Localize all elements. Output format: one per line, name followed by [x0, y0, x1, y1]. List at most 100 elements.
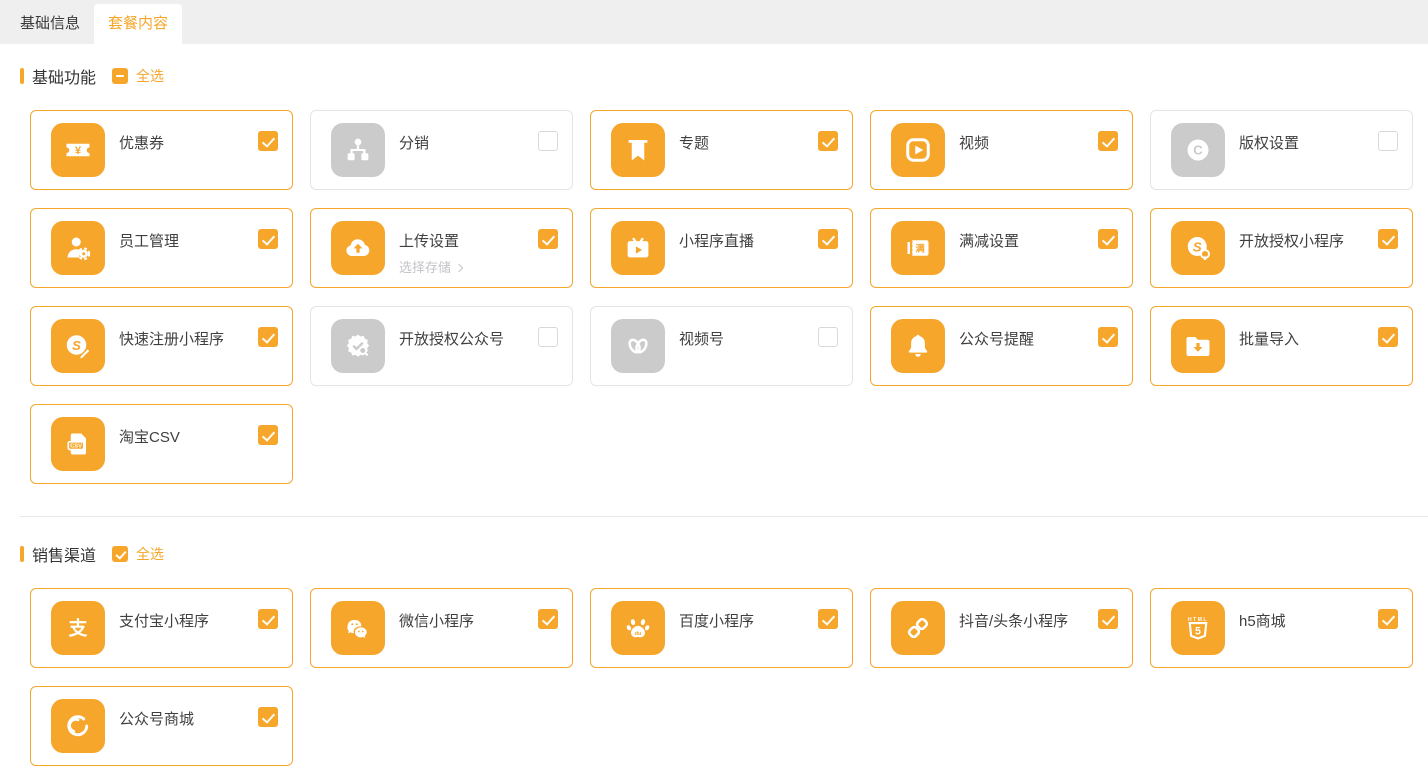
feature-checkbox[interactable]: [538, 609, 558, 629]
svg-text:¥: ¥: [75, 145, 82, 157]
svg-text:支: 支: [69, 617, 88, 638]
feature-card[interactable]: 微信小程序: [310, 588, 573, 668]
feature-card[interactable]: 批量导入: [1150, 306, 1413, 386]
feature-card-label: 优惠券: [119, 132, 164, 153]
feature-card[interactable]: du 百度小程序: [590, 588, 853, 668]
feature-card[interactable]: 分销: [310, 110, 573, 190]
feature-checkbox[interactable]: [818, 229, 838, 249]
feature-card-label: 视频号: [679, 328, 724, 349]
feature-card[interactable]: HTML5 h5商城: [1150, 588, 1413, 668]
discount-icon: 满: [891, 221, 945, 275]
feature-card-label: h5商城: [1239, 610, 1286, 631]
copyright-icon: C: [1171, 123, 1225, 177]
feature-card-label: 员工管理: [119, 230, 179, 251]
feature-checkbox[interactable]: [258, 707, 278, 727]
feature-card[interactable]: 小程序直播: [590, 208, 853, 288]
feature-checkbox[interactable]: [538, 327, 558, 347]
feature-card[interactable]: ¥ 优惠券: [30, 110, 293, 190]
tab-bar: 基础信息 套餐内容: [0, 0, 1428, 44]
alipay-icon: 支: [51, 601, 105, 655]
svg-text:5: 5: [1195, 626, 1201, 638]
feature-checkbox[interactable]: [258, 229, 278, 249]
tab-package-content[interactable]: 套餐内容: [94, 4, 182, 44]
quick-register-icon: S: [51, 319, 105, 373]
wechat-icon: [331, 601, 385, 655]
feature-card[interactable]: 专题: [590, 110, 853, 190]
storage-select-link[interactable]: 选择存储: [399, 257, 462, 276]
select-all-checkbox[interactable]: [112, 68, 128, 84]
feature-checkbox[interactable]: [818, 609, 838, 629]
distribution-icon: [331, 123, 385, 177]
feature-card[interactable]: 上传设置选择存储: [310, 208, 573, 288]
feature-card[interactable]: 支 支付宝小程序: [30, 588, 293, 668]
feature-card-label: 公众号商城: [119, 708, 194, 729]
feature-checkbox[interactable]: [258, 425, 278, 445]
select-all-label[interactable]: 全选: [136, 66, 164, 86]
section-header: 销售渠道 全选: [20, 543, 1428, 565]
package-content-panel: 基础功能 全选 ¥ 优惠券 分销 专题 视频 C 版权设置 员工管理 上传设置选…: [0, 65, 1428, 766]
feature-card-label: 微信小程序: [399, 610, 474, 631]
feature-card-label: 小程序直播: [679, 230, 754, 251]
feature-card[interactable]: 员工管理: [30, 208, 293, 288]
import-icon: [1171, 319, 1225, 373]
feature-card-label: 百度小程序: [679, 610, 754, 631]
feature-checkbox[interactable]: [1098, 229, 1118, 249]
feature-card[interactable]: 视频号: [590, 306, 853, 386]
section-accent-bar: [20, 68, 24, 84]
tab-basic-info[interactable]: 基础信息: [6, 4, 94, 44]
feature-checkbox[interactable]: [818, 131, 838, 151]
feature-checkbox[interactable]: [1378, 609, 1398, 629]
feature-card[interactable]: 公众号提醒: [870, 306, 1133, 386]
feature-card-label: 开放授权小程序: [1239, 230, 1344, 251]
open-auth-mini-icon: S: [1171, 221, 1225, 275]
svg-text:满: 满: [915, 243, 925, 254]
video-channel-icon: [611, 319, 665, 373]
svg-text:CSV: CSV: [70, 444, 82, 450]
feature-card[interactable]: 抖音/头条小程序: [870, 588, 1133, 668]
feature-card-label: 分销: [399, 132, 429, 153]
feature-card[interactable]: 公众号商城: [30, 686, 293, 766]
feature-checkbox[interactable]: [1098, 327, 1118, 347]
feature-card-label: 上传设置: [399, 230, 459, 251]
feature-card[interactable]: 视频: [870, 110, 1133, 190]
staff-icon: [51, 221, 105, 275]
feature-checkbox[interactable]: [258, 131, 278, 151]
feature-card[interactable]: S 开放授权小程序: [1150, 208, 1413, 288]
feature-card[interactable]: 开放授权公众号: [310, 306, 573, 386]
mp-mall-icon: [51, 699, 105, 753]
svg-text:C: C: [1193, 143, 1203, 158]
feature-checkbox[interactable]: [258, 327, 278, 347]
feature-checkbox[interactable]: [818, 327, 838, 347]
svg-text:S: S: [72, 338, 81, 353]
topic-icon: [611, 123, 665, 177]
feature-card[interactable]: S 快速注册小程序: [30, 306, 293, 386]
coupon-icon: ¥: [51, 123, 105, 177]
feature-card-label: 批量导入: [1239, 328, 1299, 349]
feature-checkbox[interactable]: [1378, 327, 1398, 347]
feature-checkbox[interactable]: [258, 609, 278, 629]
feature-checkbox[interactable]: [1378, 131, 1398, 151]
open-auth-mp-icon: [331, 319, 385, 373]
upload-icon: [331, 221, 385, 275]
douyin-icon: [891, 601, 945, 655]
section-title: 销售渠道: [32, 542, 96, 566]
select-all-label[interactable]: 全选: [136, 544, 164, 564]
csv-icon: CSV: [51, 417, 105, 471]
feature-checkbox[interactable]: [1098, 609, 1118, 629]
feature-card[interactable]: C 版权设置: [1150, 110, 1413, 190]
feature-card-label: 满减设置: [959, 230, 1019, 251]
feature-checkbox[interactable]: [538, 131, 558, 151]
feature-card[interactable]: 满 满减设置: [870, 208, 1133, 288]
section-accent-bar: [20, 546, 24, 562]
feature-checkbox[interactable]: [1378, 229, 1398, 249]
feature-checkbox[interactable]: [538, 229, 558, 249]
feature-card-label: 抖音/头条小程序: [959, 610, 1068, 631]
video-icon: [891, 123, 945, 177]
select-all-checkbox[interactable]: [112, 546, 128, 562]
feature-card-label: 视频: [959, 132, 989, 153]
bell-icon: [891, 319, 945, 373]
feature-checkbox[interactable]: [1098, 131, 1118, 151]
feature-card-label: 公众号提醒: [959, 328, 1034, 349]
feature-card-label: 版权设置: [1239, 132, 1299, 153]
feature-card[interactable]: CSV 淘宝CSV: [30, 404, 293, 484]
